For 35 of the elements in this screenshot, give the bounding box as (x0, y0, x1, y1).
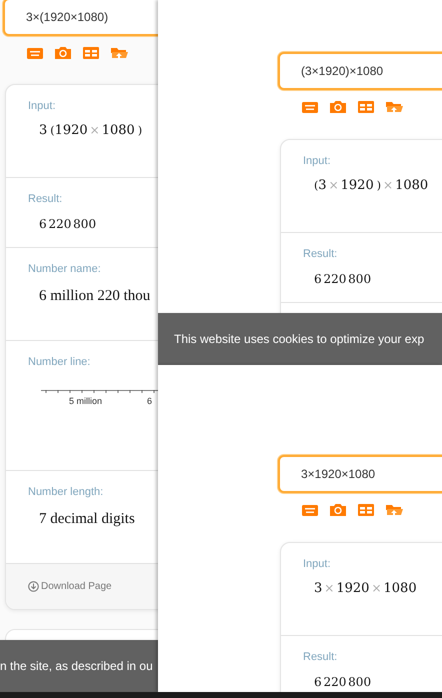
pod-title: Input: (28, 100, 56, 112)
download-icon (28, 581, 39, 592)
folder-upload-icon[interactable] (111, 46, 128, 60)
pod-title: Result: (303, 248, 338, 260)
cookie-text: n the site, as described in ou (0, 659, 153, 673)
math-expression: 3×1920×1080 (314, 581, 417, 596)
math-expression: 3 (1920×1080 ) (39, 123, 142, 138)
pod-title: Result: (303, 651, 338, 663)
result-value: 6 220 800 (314, 272, 372, 286)
result-value: 6 220 800 (39, 217, 96, 231)
pod-title: Number line: (28, 356, 90, 368)
cookie-text: This website uses cookies to optimize your exp (174, 332, 424, 346)
pod-value: 6 million 220 thou (39, 288, 150, 305)
table-icon[interactable] (358, 101, 374, 113)
folder-upload-icon[interactable] (386, 503, 403, 517)
camera-icon[interactable] (330, 504, 346, 516)
search-field[interactable]: 3×(1920×1080) (3, 0, 158, 36)
camera-icon[interactable] (330, 101, 346, 113)
folder-upload-icon[interactable] (386, 100, 403, 114)
pod-title: Number name: (28, 263, 101, 275)
table-icon[interactable] (358, 504, 374, 516)
result-value: 6 220 800 (314, 675, 372, 689)
search-field[interactable]: 3×1920×1080 (278, 455, 442, 493)
math-expression: (3×1920 ) ×1080 (314, 178, 428, 193)
tick-label: 5 million (69, 396, 102, 406)
search-field[interactable]: (3×1920)×1080 (278, 52, 442, 90)
table-icon[interactable] (83, 47, 99, 59)
pod-title: Input: (303, 558, 331, 570)
pod-title: Input: (303, 155, 331, 167)
download-link[interactable]: Download Page (28, 581, 112, 592)
pod-title: Result: (28, 193, 62, 205)
pod-title: Number length: (28, 486, 104, 498)
camera-icon[interactable] (55, 47, 71, 59)
tick-label: 6 (147, 396, 152, 406)
pod-value: 7 decimal digits (39, 511, 135, 528)
